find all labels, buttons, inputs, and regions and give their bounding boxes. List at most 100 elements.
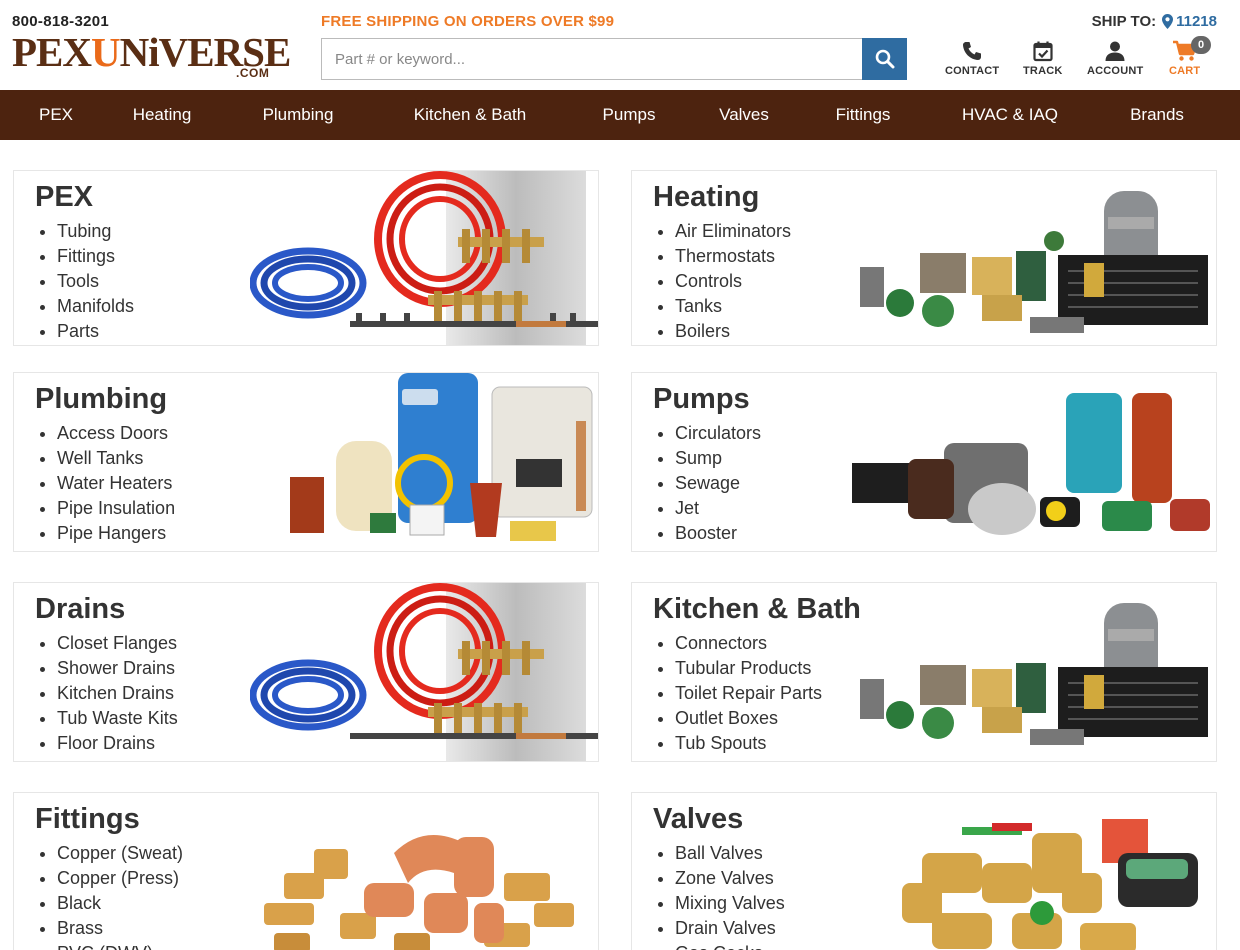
ship-zip[interactable]: 11218 (1162, 13, 1217, 30)
heating-components-image (860, 191, 1208, 333)
category-link[interactable]: Circulators (675, 421, 761, 446)
category-title[interactable]: Pumps (653, 383, 750, 416)
nav-item-pex[interactable]: PEX (39, 90, 73, 140)
phone-icon (963, 42, 982, 60)
nav-item-hvac-iaq[interactable]: HVAC & IAQ (962, 90, 1058, 140)
category-link[interactable]: Boilers (675, 319, 791, 344)
category-link[interactable]: Drain Valves (675, 916, 785, 941)
category-link[interactable]: Fittings (57, 244, 134, 269)
nav-item-kitchen-bath[interactable]: Kitchen & Bath (414, 90, 526, 140)
category-title[interactable]: Valves (653, 803, 743, 836)
category-list: Circulators Sump Sewage Jet Booster (675, 421, 761, 546)
search-icon (875, 49, 894, 69)
search-button[interactable] (862, 38, 907, 80)
category-card-heating[interactable]: Heating Air Eliminators Thermostats Cont… (631, 170, 1217, 346)
category-card-drains[interactable]: Drains Closet Flanges Shower Drains Kitc… (13, 582, 599, 762)
category-link[interactable]: Sump (675, 446, 761, 471)
copper-brass-fittings-image (264, 835, 574, 950)
category-list: Connectors Tubular Products Toilet Repai… (675, 631, 822, 756)
location-pin-icon (1162, 14, 1174, 29)
category-link[interactable]: Black (57, 891, 183, 916)
category-link[interactable]: Air Eliminators (675, 219, 791, 244)
site-logo[interactable]: PEXUNiVERSE .COM (12, 32, 292, 82)
category-link[interactable]: Toilet Repair Parts (675, 681, 822, 706)
category-link[interactable]: Mixing Valves (675, 891, 785, 916)
category-link[interactable]: Thermostats (675, 244, 791, 269)
category-link[interactable]: Ball Valves (675, 841, 785, 866)
category-link[interactable]: Gas Cocks (675, 941, 785, 950)
category-link[interactable]: Outlet Boxes (675, 706, 822, 731)
category-list: Copper (Sweat) Copper (Press) Black Bras… (57, 841, 183, 950)
category-link[interactable]: PVC (DWV) (57, 941, 183, 950)
nav-item-pumps[interactable]: Pumps (603, 90, 656, 140)
category-card-plumbing[interactable]: Plumbing Access Doors Well Tanks Water H… (13, 372, 599, 552)
category-link[interactable]: Parts (57, 319, 134, 344)
nav-item-plumbing[interactable]: Plumbing (263, 90, 334, 140)
category-link[interactable]: Tanks (675, 294, 791, 319)
category-link[interactable]: Tub Waste Kits (57, 706, 178, 731)
ship-to-label: SHIP TO: (1091, 13, 1157, 30)
pex-tubing-manifold-image (250, 583, 598, 761)
category-card-fittings[interactable]: Fittings Copper (Sweat) Copper (Press) B… (13, 792, 599, 950)
category-title[interactable]: PEX (35, 181, 93, 214)
category-link[interactable]: Connectors (675, 631, 822, 656)
contact-label: CONTACT (945, 65, 1000, 77)
category-link[interactable]: Pipe Hangers (57, 521, 175, 546)
plumbing-tanks-heaters-image (290, 373, 593, 541)
category-link[interactable]: Booster (675, 521, 761, 546)
category-list: Air Eliminators Thermostats Controls Tan… (675, 219, 791, 344)
nav-item-valves[interactable]: Valves (719, 90, 769, 140)
category-title[interactable]: Drains (35, 593, 125, 626)
nav-item-heating[interactable]: Heating (133, 90, 192, 140)
category-card-pumps[interactable]: Pumps Circulators Sump Sewage Jet Booste… (631, 372, 1217, 552)
category-link[interactable]: Controls (675, 269, 791, 294)
category-link[interactable]: Pipe Insulation (57, 496, 175, 521)
category-title[interactable]: Heating (653, 181, 759, 214)
ship-to[interactable]: SHIP TO: 11218 (1092, 13, 1217, 30)
account-label: ACCOUNT (1087, 65, 1144, 77)
logo-text-u: U (91, 29, 121, 75)
category-link[interactable]: Tubing (57, 219, 134, 244)
category-link[interactable]: Brass (57, 916, 183, 941)
category-link[interactable]: Shower Drains (57, 656, 178, 681)
category-link[interactable]: Jet (675, 496, 761, 521)
category-link[interactable]: Kitchen Drains (57, 681, 178, 706)
user-icon (1105, 41, 1125, 61)
category-link[interactable]: Access Doors (57, 421, 175, 446)
category-link[interactable]: Tubular Products (675, 656, 822, 681)
category-link[interactable]: Copper (Sweat) (57, 841, 183, 866)
category-list: Tubing Fittings Tools Manifolds Parts (57, 219, 134, 344)
category-link[interactable]: Well Tanks (57, 446, 175, 471)
search-input[interactable] (321, 38, 862, 80)
pex-tubing-manifold-image (250, 171, 598, 345)
category-link[interactable]: Water Heaters (57, 471, 175, 496)
category-card-pex[interactable]: PEX Tubing Fittings Tools Manifolds Part… (13, 170, 599, 346)
category-link[interactable]: Closet Flanges (57, 631, 178, 656)
nav-item-fittings[interactable]: Fittings (836, 90, 891, 140)
category-link[interactable]: Tools (57, 269, 134, 294)
category-card-kitchen-bath[interactable]: Kitchen & Bath Connectors Tubular Produc… (631, 582, 1217, 762)
account-link[interactable]: ACCOUNT (1087, 40, 1143, 77)
category-link[interactable]: Zone Valves (675, 866, 785, 891)
category-link[interactable]: Manifolds (57, 294, 134, 319)
category-link[interactable]: Sewage (675, 471, 761, 496)
category-list: Closet Flanges Shower Drains Kitchen Dra… (57, 631, 178, 756)
category-title[interactable]: Fittings (35, 803, 140, 836)
cart-count-badge: 0 (1191, 36, 1211, 54)
logo-text-pex: PEX (12, 29, 92, 75)
contact-link[interactable]: CONTACT (945, 40, 999, 77)
nav-item-brands[interactable]: Brands (1130, 90, 1184, 140)
category-card-valves[interactable]: Valves Ball Valves Zone Valves Mixing Va… (631, 792, 1217, 950)
category-link[interactable]: Copper (Press) (57, 866, 183, 891)
category-title[interactable]: Plumbing (35, 383, 167, 416)
calendar-check-icon (1033, 41, 1053, 62)
phone-number[interactable]: 800-818-3201 (12, 13, 109, 30)
ship-zip-code: 11218 (1176, 13, 1217, 30)
category-link[interactable]: Tub Spouts (675, 731, 822, 756)
track-link[interactable]: TRACK (1023, 40, 1063, 77)
cart-link[interactable]: CART 0 (1169, 36, 1211, 77)
category-link[interactable]: Floor Drains (57, 731, 178, 756)
logo-domain: .COM (236, 66, 270, 80)
category-list: Access Doors Well Tanks Water Heaters Pi… (57, 421, 175, 546)
category-title[interactable]: Kitchen & Bath (653, 593, 861, 626)
